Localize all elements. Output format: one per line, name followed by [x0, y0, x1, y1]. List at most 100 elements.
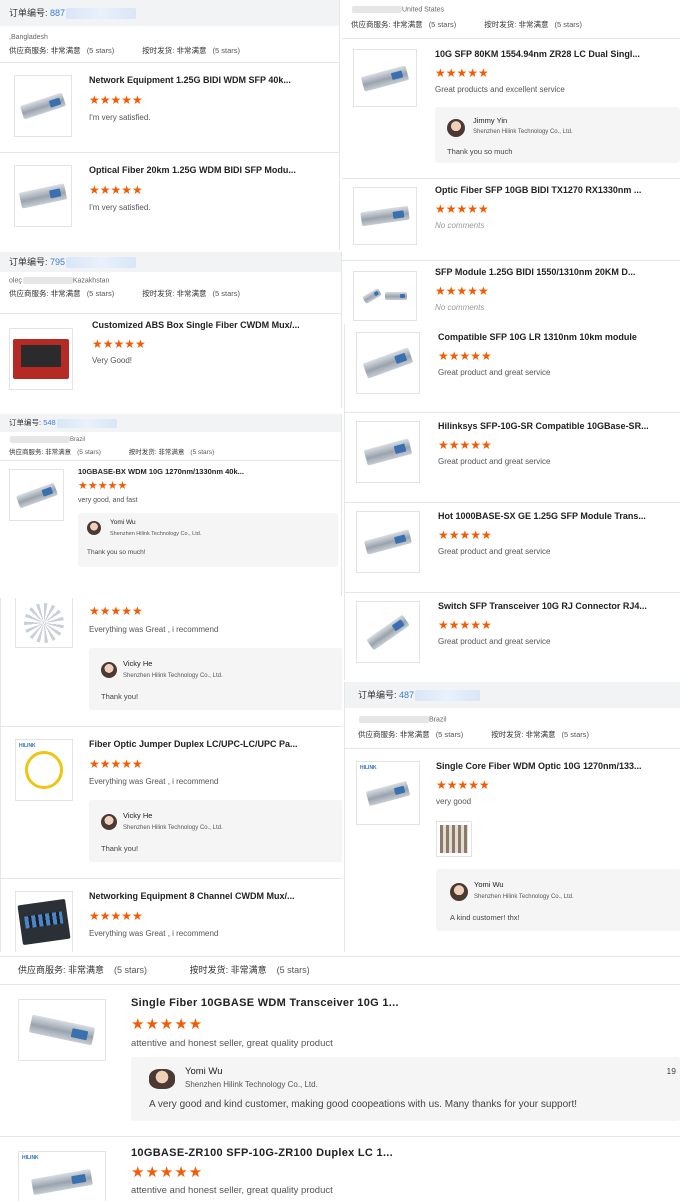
review-comment: I'm very satisfied.: [89, 203, 151, 212]
product-thumbnail[interactable]: [18, 999, 106, 1061]
review-item: Optical Fiber 20km 1.25G WDM BIDI SFP Mo…: [0, 152, 339, 242]
product-thumbnail[interactable]: [14, 75, 72, 137]
sfp-module-icon: [363, 529, 413, 555]
product-thumbnail[interactable]: [356, 511, 420, 573]
product-title[interactable]: Networking Equipment 8 Channel CWDM Mux/…: [89, 891, 329, 901]
product-title[interactable]: Compatible SFP 10G LR 1310nm 10km module: [438, 332, 678, 342]
supplier-service-stars: (5 stars): [435, 730, 464, 740]
rating-stars: ★★★★★: [89, 604, 143, 618]
reply-name: Jimmy Yin: [473, 116, 508, 126]
review-comment: Great products and excellent service: [435, 85, 565, 95]
product-thumbnail[interactable]: [353, 271, 417, 322]
product-title[interactable]: Hot 1000BASE-SX GE 1.25G SFP Module Tran…: [438, 511, 678, 521]
reply-text: A very good and kind customer, making go…: [149, 1099, 578, 1110]
seller-reply: Jimmy Yin Shenzhen Hilink Technology Co.…: [435, 107, 680, 164]
left-panel-order1: 订单编号: 887 ,Bangladesh 供应商服务: 非常满意 (5 star…: [0, 0, 340, 250]
left-panel-order4: ★★★★★ Everything was Great , i recommend…: [0, 598, 342, 952]
reply-company: Shenzhen Hilink Technology Co., Ltd.: [110, 531, 202, 538]
shipping-label: 按时发货:: [128, 449, 157, 457]
sfp-module-icon: [365, 780, 411, 807]
customer-country: United States: [402, 6, 445, 14]
rating-stars: ★★★★★: [131, 1164, 204, 1181]
product-title[interactable]: Optic Fiber SFP 10GB BIDI TX1270 RX1330n…: [435, 185, 675, 195]
review-comment: very good, and fast: [78, 497, 138, 505]
review-item: 10GBASE-BX WDM 10G 1270nm/1330nm 40k... …: [0, 460, 341, 590]
fiber-cable-icon: [25, 751, 63, 789]
brand-logo: HILINK: [22, 1155, 39, 1161]
product-title[interactable]: 10G SFP 80KM 1554.94nm ZR28 LC Dual Sing…: [435, 49, 675, 59]
sfp-pair-icon: [362, 288, 407, 305]
review-item: Hilinksys SFP-10G-SR Compatible 10GBase-…: [345, 412, 680, 502]
shipping-stars: (5 stars): [561, 730, 589, 740]
product-title[interactable]: Fiber Optic Jumper Duplex LC/UPC-LC/UPC …: [89, 739, 329, 749]
review-comment: attentive and honest seller, great quali…: [131, 1038, 333, 1049]
order-number[interactable]: 548: [43, 418, 56, 427]
shipping-stars: (5 stars): [276, 965, 310, 975]
review-photo[interactable]: [436, 821, 472, 858]
review-item: Customized ABS Box Single Fiber CWDM Mux…: [0, 313, 341, 408]
review-item: Compatible SFP 10G LR 1310nm 10km module…: [345, 324, 680, 412]
product-title[interactable]: 10GBASE-BX WDM 10G 1270nm/1330nm 40k...: [78, 467, 328, 476]
order-number[interactable]: 887: [50, 8, 65, 18]
shipping-value: 非常满意: [176, 289, 207, 299]
review-comment: Everything was Great , i recommend: [89, 777, 219, 786]
service-rating: 供应商服务: 非常满意 (5 stars) 按时发货: 非常满意 (5 stars): [345, 723, 680, 748]
product-thumbnail[interactable]: [356, 421, 420, 483]
product-title[interactable]: Network Equipment 1.25G BIDI WDM SFP 40k…: [89, 75, 329, 85]
product-thumbnail[interactable]: [356, 332, 420, 394]
sfp-module-icon: [31, 1168, 93, 1196]
product-title[interactable]: Switch SFP Transceiver 10G RJ Connector …: [438, 601, 678, 611]
product-title[interactable]: Hilinksys SFP-10G-SR Compatible 10GBase-…: [438, 421, 678, 431]
order-number[interactable]: 487: [399, 690, 414, 700]
service-rating: 供应商服务: 非常满意 (5 stars) 按时发货: 非常满意 (5 stars): [342, 13, 680, 38]
product-title[interactable]: 10GBASE-ZR100 SFP-10G-ZR100 Duplex LC 1.…: [131, 1147, 531, 1159]
order-number[interactable]: 795: [50, 257, 65, 267]
shipping-label: 按时发货:: [142, 46, 175, 55]
product-thumbnail[interactable]: HILINK: [18, 1151, 106, 1201]
seller-reply: Vicky He Shenzhen Hilink Technology Co.,…: [89, 648, 342, 710]
supplier-service-label: 供应商服务:: [18, 965, 66, 975]
supplier-service-value: 非常满意: [68, 965, 105, 975]
rating-stars: ★★★★★: [436, 778, 490, 793]
product-thumbnail[interactable]: [353, 49, 417, 108]
rating-stars: ★★★★★: [438, 618, 492, 632]
mux-box-icon: [13, 339, 69, 380]
customer-country: Brazil: [70, 437, 86, 444]
reply-name: Yomi Wu: [110, 519, 136, 527]
review-comment: Everything was Great , i recommend: [89, 929, 219, 938]
product-thumbnail[interactable]: HILINK: [356, 761, 420, 826]
product-thumbnail[interactable]: [15, 891, 73, 952]
product-thumbnail[interactable]: [353, 187, 417, 246]
product-thumbnail[interactable]: [14, 165, 72, 227]
reply-text: A kind customer! thx!: [450, 913, 520, 923]
shipping-stars: (5 stars): [212, 46, 240, 55]
sfp-module-icon: [362, 347, 414, 379]
rating-stars: ★★★★★: [89, 93, 143, 107]
right-panel-order2: Compatible SFP 10G LR 1310nm 10km module…: [344, 324, 680, 680]
review-item: Single Fiber 10GBASE WDM Transceiver 10G…: [0, 984, 680, 1136]
customer-info: oleç Kazakhstan: [0, 272, 341, 284]
blurred-order-number: [415, 690, 481, 702]
product-thumbnail[interactable]: [356, 601, 420, 663]
sfp-module-icon: [19, 92, 67, 120]
product-title[interactable]: Optical Fiber 20km 1.25G WDM BIDI SFP Mo…: [89, 165, 329, 175]
review-item: HILINK Single Core Fiber WDM Optic 10G 1…: [345, 748, 680, 944]
review-item: Networking Equipment 8 Channel CWDM Mux/…: [1, 878, 342, 952]
left-panel-order2: 订单编号: 795 oleç Kazakhstan 供应商服务: 非常满意 (5 s…: [0, 252, 342, 408]
product-title[interactable]: SFP Module 1.25G BIDI 1550/1310nm 20KM D…: [435, 267, 675, 277]
reply-company: Shenzhen Hilink Technology Co., Ltd.: [185, 1080, 318, 1089]
product-thumbnail[interactable]: [9, 328, 73, 391]
product-title[interactable]: Single Fiber 10GBASE WDM Transceiver 10G…: [131, 997, 531, 1009]
product-thumbnail[interactable]: HILINK: [15, 739, 73, 801]
product-title[interactable]: Customized ABS Box Single Fiber CWDM Mux…: [92, 320, 332, 330]
review-item: Network Equipment 1.25G BIDI WDM SFP 40k…: [0, 62, 339, 152]
supplier-service-stars: (5 stars): [86, 46, 115, 55]
review-item: 10G SFP 80KM 1554.94nm ZR28 LC Dual Sing…: [342, 38, 680, 178]
product-thumbnail[interactable]: [15, 598, 73, 648]
supplier-service-stars: (5 stars): [86, 289, 115, 299]
review-item: SFP Module 1.25G BIDI 1550/1310nm 20KM D…: [342, 260, 680, 322]
reply-text: Thank you!: [101, 692, 139, 701]
product-thumbnail[interactable]: [9, 469, 64, 522]
product-title[interactable]: Single Core Fiber WDM Optic 10G 1270nm/1…: [436, 761, 676, 771]
shipping-value: 非常满意: [230, 965, 267, 975]
